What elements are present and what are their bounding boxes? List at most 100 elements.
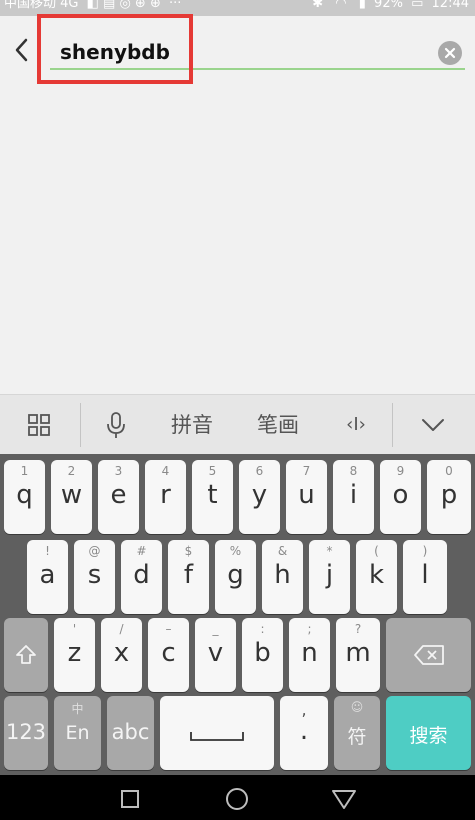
key-a[interactable]: ! a <box>27 540 68 614</box>
key-t[interactable]: 5t <box>192 460 233 534</box>
back-arrow-icon <box>15 38 28 62</box>
pinyin-mode-button[interactable]: 拼音 <box>160 395 224 455</box>
key-sub-label: ( <box>374 544 379 558</box>
key-m[interactable]: ? m <box>336 618 380 692</box>
period-key[interactable]: , . <box>280 696 328 770</box>
space-key[interactable] <box>160 696 274 770</box>
key-o[interactable]: 9o <box>380 460 421 534</box>
key-label: v <box>207 638 224 668</box>
key-d[interactable]: # d <box>121 540 162 614</box>
stroke-mode-button[interactable]: 笔画 <box>246 395 310 455</box>
key-e[interactable]: 3e <box>98 460 139 534</box>
key-label: i <box>349 480 358 510</box>
recents-button[interactable] <box>116 785 144 813</box>
key-sub-label: @ <box>88 544 101 558</box>
key-v[interactable]: _ v <box>195 618 236 692</box>
hide-keyboard-button[interactable] <box>410 395 456 455</box>
more-notifications-dots: ··· <box>169 0 182 11</box>
key-sub-label: 6 <box>255 464 264 478</box>
key-label: abc <box>111 720 150 744</box>
square-icon <box>121 790 139 808</box>
key-w[interactable]: 2w <box>51 460 92 534</box>
key-sub-label: * <box>326 544 333 558</box>
status-right: ✱ ◠ ▮ 92% ▭ 12:44 <box>308 0 469 12</box>
toolbar-divider <box>392 403 393 447</box>
key-label: c <box>161 638 176 668</box>
key-r[interactable]: 4r <box>145 460 186 534</box>
key-n[interactable]: ; n <box>289 618 330 692</box>
key-sub-label: ; <box>307 622 312 636</box>
key-label: e <box>110 480 127 510</box>
key-label: l <box>421 560 429 590</box>
grid-menu-button[interactable] <box>14 395 64 455</box>
key-label: r <box>160 480 171 510</box>
key-sub-label: – <box>165 622 172 636</box>
key-label: u <box>298 480 315 510</box>
back-button[interactable] <box>12 36 32 64</box>
bluetooth-icon: ✱ <box>312 0 324 11</box>
search-input[interactable] <box>60 38 360 66</box>
key-l[interactable]: ) l <box>403 540 447 614</box>
voice-input-button[interactable] <box>96 395 136 455</box>
key-label: a <box>39 560 56 590</box>
content-area <box>0 76 475 394</box>
key-i[interactable]: 8i <box>333 460 374 534</box>
key-sub-label: 3 <box>114 464 123 478</box>
key-sub-label: & <box>277 544 288 558</box>
key-s[interactable]: @ s <box>74 540 115 614</box>
search-key[interactable]: 搜索 <box>386 696 471 770</box>
microphone-icon <box>107 412 125 438</box>
key-g[interactable]: % g <box>215 540 256 614</box>
emoji-icon: ☺ <box>350 700 364 714</box>
key-label: h <box>274 560 291 590</box>
clear-search-button[interactable] <box>438 41 462 65</box>
key-sub-label: ' <box>72 622 77 636</box>
key-label: 符 <box>347 726 367 748</box>
battery-icon: ▭ <box>411 0 424 11</box>
key-label: 搜索 <box>409 725 448 747</box>
key-label: w <box>60 480 83 510</box>
abc-key[interactable]: abc <box>107 696 154 770</box>
key-sub-label: ) <box>422 544 428 558</box>
back-nav-button[interactable] <box>330 785 358 813</box>
key-c[interactable]: – c <box>148 618 189 692</box>
key-label: y <box>251 480 268 510</box>
keyboard: 1q 2w 3e 4r 5t 6y 7u 8i 9o 0p ! a @ s # d $… <box>0 454 475 775</box>
key-sub-label: : <box>260 622 265 636</box>
key-b[interactable]: :b <box>242 618 283 692</box>
key-j[interactable]: * j <box>309 540 350 614</box>
ime-toolbar: 拼音 笔画 ‹I› <box>0 394 475 454</box>
key-sub-label: 9 <box>396 464 405 478</box>
key-f[interactable]: $ f <box>168 540 209 614</box>
shift-key[interactable] <box>4 618 48 692</box>
symbols-key[interactable]: ☺ 符 <box>334 696 380 770</box>
grid-icon <box>28 414 50 436</box>
backspace-icon <box>414 645 444 665</box>
key-sub-label: # <box>136 544 147 558</box>
notification-icons: ◧ ▤ ◎ ⊕ ⊕ <box>86 0 161 11</box>
key-sub-label: 2 <box>67 464 76 478</box>
key-h[interactable]: & h <box>262 540 303 614</box>
key-k[interactable]: (k <box>356 540 397 614</box>
key-p[interactable]: 0p <box>427 460 471 534</box>
key-sub-label: 8 <box>349 464 358 478</box>
key-u[interactable]: 7u <box>286 460 327 534</box>
navigation-bar <box>0 775 475 820</box>
home-button[interactable] <box>223 785 251 813</box>
key-q[interactable]: 1q <box>4 460 45 534</box>
key-y[interactable]: 6y <box>239 460 280 534</box>
circle-icon <box>226 788 248 810</box>
numbers-key[interactable]: 123 <box>4 696 48 770</box>
toolbar-divider <box>80 403 81 447</box>
key-z[interactable]: ' z <box>54 618 95 692</box>
key-sub-label: 5 <box>208 464 217 478</box>
backspace-key[interactable] <box>386 618 471 692</box>
close-icon <box>444 47 456 59</box>
key-sub-label: _ <box>212 622 219 636</box>
key-label: s <box>87 560 102 590</box>
cursor-control-button[interactable]: ‹I› <box>330 395 382 455</box>
wifi-icon: ◠ <box>335 0 347 11</box>
status-bar: 中国移动 4G ◧ ▤ ◎ ⊕ ⊕ ··· ✱ ◠ ▮ 92% ▭ 12:44 <box>0 0 475 16</box>
key-x[interactable]: / x <box>101 618 142 692</box>
language-switch-key[interactable]: 中 En <box>54 696 101 770</box>
